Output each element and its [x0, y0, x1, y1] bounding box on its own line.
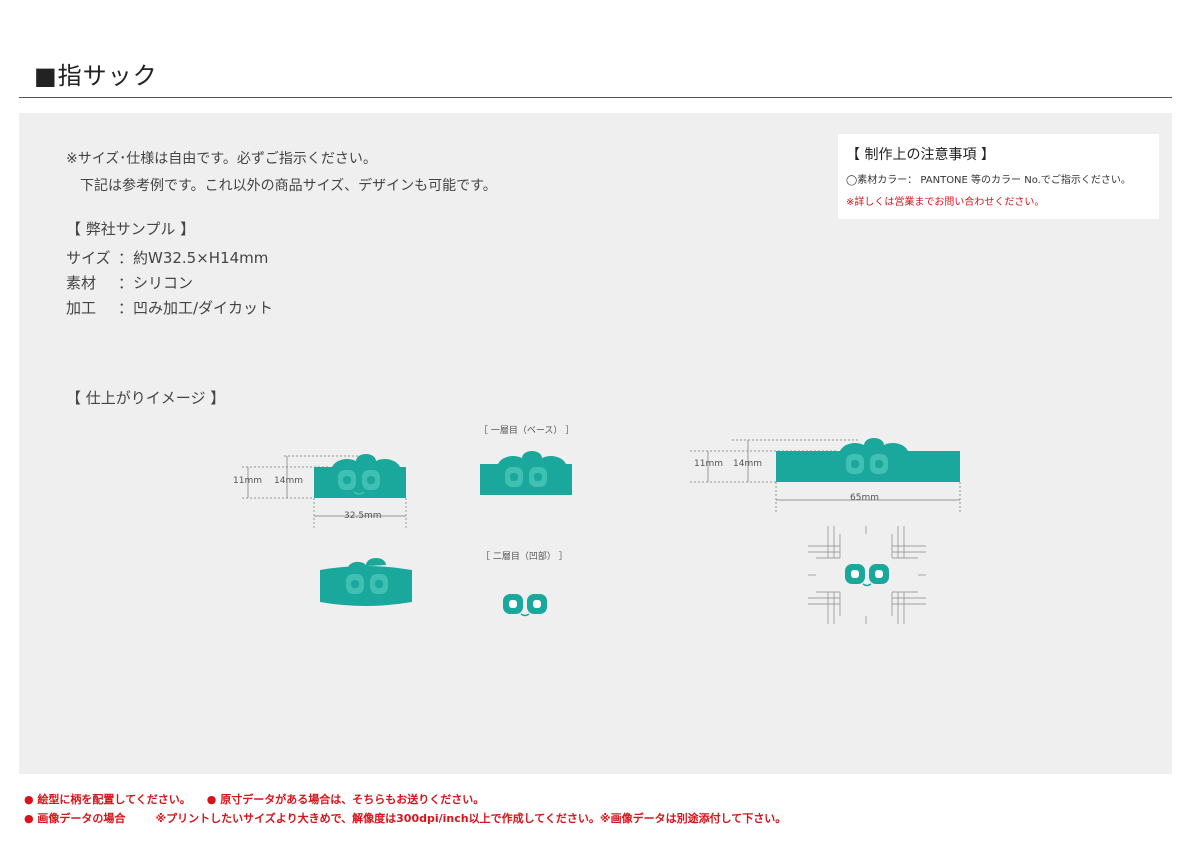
large-height-inner-label: 14mm	[733, 459, 762, 469]
page-title: ■指サック	[34, 62, 158, 90]
image-section-title: 【 仕上がりイメージ 】	[66, 389, 226, 407]
spec-row-size: サイズ ：約W32.5×H14mm	[66, 246, 273, 271]
intro-line-2: 下記は参考例です。これ以外の商品サイズ、デザインも可能です。	[80, 178, 497, 194]
footer-note-original-data: ● 原寸データがある場合は、そちらもお送りください。	[206, 793, 485, 806]
spec-value: ：凹み加工/ダイカット	[118, 299, 274, 317]
footer-line-2: ● 画像データの場合 ※プリントしたいサイズより大きめで、解像度は300dpi/i…	[24, 810, 786, 826]
finished-image-shape	[320, 558, 412, 606]
intro-line-1: ※サイズ･仕様は自由です。必ずご指示ください。	[66, 151, 377, 167]
large-dimension-diagram	[690, 438, 961, 514]
notes-box: 【 制作上の注意事項 】 ◯素材カラー： PANTONE 等のカラー No.でご…	[838, 134, 1159, 219]
emboss-layer-label: ［ 二層目（凹部） ］	[481, 552, 568, 562]
sample-spec-list: サイズ ：約W32.5×H14mm 素材 ：シリコン 加工 ：凹み加工/ダイカッ…	[66, 246, 273, 321]
small-height-inner-label: 14mm	[274, 476, 303, 486]
base-layer-shape	[480, 451, 572, 495]
spec-key: 加工	[66, 299, 97, 317]
large-height-outer-label: 11mm	[694, 459, 723, 469]
spec-value: ：シリコン	[118, 274, 194, 292]
small-height-outer-label: 11mm	[233, 476, 262, 486]
spec-value: ：約W32.5×H14mm	[118, 249, 269, 267]
intro-text: ※サイズ･仕様は自由です。必ずご指示ください。 下記は参考例です。これ以外の商品…	[66, 146, 497, 200]
spec-row-material: 素材 ：シリコン	[66, 271, 273, 296]
spec-key: サイズ	[66, 249, 111, 267]
footer-note-layout: ● 絵型に柄を配置してください。	[24, 793, 191, 806]
notes-title: 【 制作上の注意事項 】	[846, 147, 995, 163]
small-width-label: 32.5mm	[344, 511, 382, 521]
cut-grid-diagram	[808, 526, 926, 624]
notes-color-line: ◯素材カラー： PANTONE 等のカラー No.でご指示ください。	[846, 175, 1131, 186]
footer-note-resolution: ※プリントしたいサイズより大きめで、解像度は300dpi/inch以上で作成して…	[155, 812, 787, 825]
footer-note-image-data: ● 画像データの場合	[24, 812, 126, 825]
base-layer-label: ［ 一層目（ベース） ］	[479, 426, 575, 436]
spec-row-process: 加工 ：凹み加工/ダイカット	[66, 296, 273, 321]
sample-title: 【 弊社サンプル 】	[66, 220, 196, 238]
notes-contact-line: ※詳しくは営業までお問い合わせください。	[846, 197, 1045, 208]
footer-line-1: ● 絵型に柄を配置してください。 ● 原寸データがある場合は、そちらもお送りくださ…	[24, 791, 484, 807]
emboss-layer-shape	[503, 594, 547, 617]
spec-key: 素材	[66, 274, 97, 292]
large-width-label: 65mm	[850, 493, 879, 503]
title-divider	[19, 97, 1172, 98]
small-dimension-diagram	[242, 454, 407, 528]
